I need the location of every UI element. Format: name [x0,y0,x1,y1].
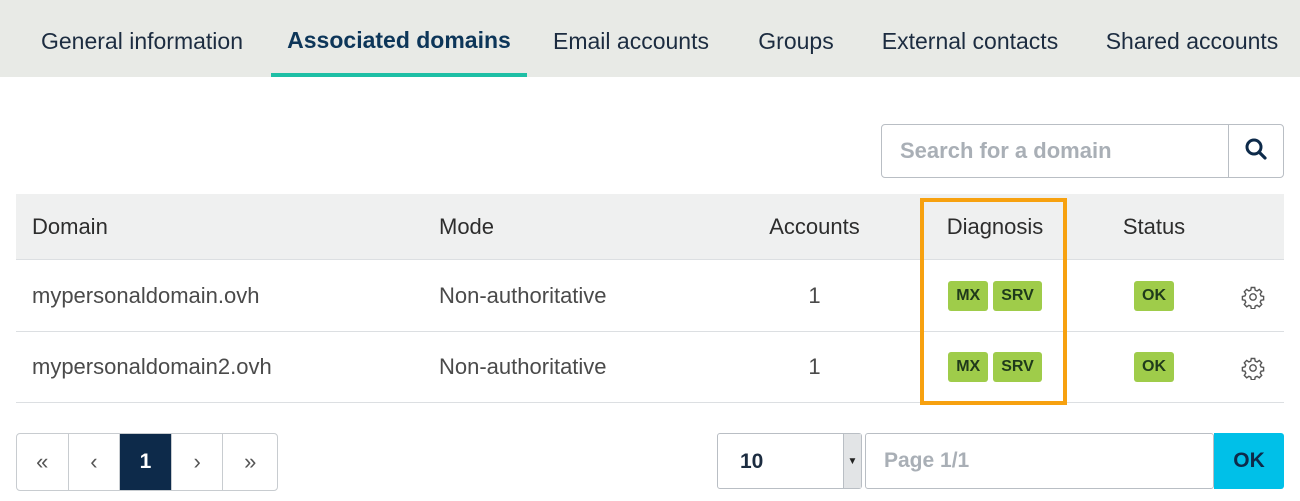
column-header-mode[interactable]: Mode [439,194,494,259]
page-size-select[interactable]: 10 ▼ [717,433,862,489]
column-header-diagnosis: Diagnosis [946,213,1044,239]
diagnosis-badge-srv[interactable]: SRV [993,281,1042,311]
domain-name[interactable]: mypersonaldomain2.ovh [32,332,272,402]
domain-mode: Non-authoritative [439,283,607,308]
gear-icon[interactable] [1239,283,1267,311]
gear-icon[interactable] [1239,354,1267,382]
table-row: mypersonaldomain.ovh Non-authoritative 1… [16,261,1284,332]
column-header-domain[interactable]: Domain [32,194,108,259]
page-size-value: 10 [740,450,764,473]
search-button[interactable] [1228,125,1283,177]
previous-page-button[interactable]: ‹ [69,434,121,490]
chevron-down-icon: ▼ [843,434,861,488]
page-number-field [865,433,1214,489]
diagnosis-badge-mx[interactable]: MX [948,352,989,382]
column-header-accounts[interactable]: Accounts [746,194,883,259]
column-header-status: Status [1122,213,1186,239]
tab-shared-accounts[interactable]: Shared accounts [1094,0,1290,77]
tab-associated-domains[interactable]: Associated domains [271,0,527,77]
status-cell: OK [1086,332,1222,402]
go-to-page-ok-button[interactable]: OK [1214,433,1284,489]
first-page-button[interactable]: « [17,434,69,490]
current-page-button[interactable]: 1 [120,434,172,490]
tab-bar: General information Associated domains E… [0,0,1300,77]
search-input[interactable] [882,125,1230,177]
tab-email-accounts[interactable]: Email accounts [540,0,722,77]
diagnosis-badge-mx[interactable]: MX [948,281,989,311]
accounts-count: 1 [808,283,821,308]
table-row: mypersonaldomain2.ovh Non-authoritative … [16,332,1284,403]
next-page-button[interactable]: › [172,434,224,490]
diagnosis-cell: MX SRV [924,332,1066,402]
accounts-count: 1 [808,354,821,379]
search-icon [1244,137,1268,166]
pagination: « ‹ 1 › » [16,433,278,491]
status-cell: OK [1086,261,1222,331]
last-page-button[interactable]: » [223,434,277,490]
domain-mode: Non-authoritative [439,354,607,379]
tab-general-information[interactable]: General information [18,0,266,77]
diagnosis-badge-srv[interactable]: SRV [993,352,1042,382]
page-number-input[interactable] [866,434,1213,488]
status-badge: OK [1134,352,1174,382]
table-header: Domain Mode Accounts Diagnosis Status [16,194,1284,260]
domain-name[interactable]: mypersonaldomain.ovh [32,261,259,331]
status-badge: OK [1134,281,1174,311]
diagnosis-cell: MX SRV [924,261,1066,331]
tab-groups[interactable]: Groups [740,0,852,77]
domain-search [881,124,1284,178]
tab-external-contacts[interactable]: External contacts [868,0,1072,77]
